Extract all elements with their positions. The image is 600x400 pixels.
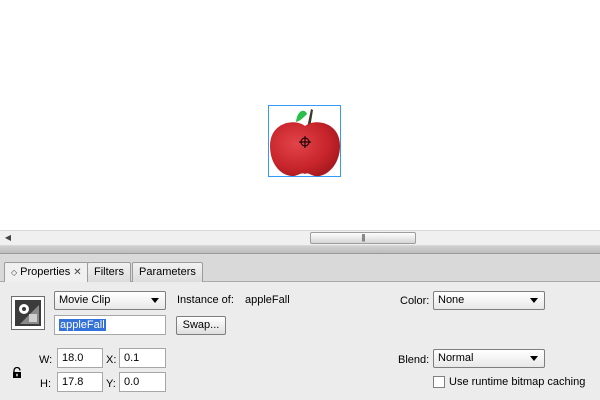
apple-body-shape <box>270 122 340 177</box>
dropdown-arrow-icon <box>530 298 538 303</box>
stage-canvas[interactable] <box>0 0 600 230</box>
scroll-thumb[interactable]: ||| <box>310 232 416 244</box>
tab-properties[interactable]: ◇ Properties ✕ <box>4 262 89 283</box>
x-input[interactable]: 0.1 <box>119 348 166 368</box>
instance-name-value: appleFall <box>59 319 106 331</box>
leaf-shape <box>296 110 307 122</box>
panel-divider[interactable] <box>0 246 600 254</box>
apple-graphic <box>270 109 340 177</box>
y-input[interactable]: 0.0 <box>119 372 166 392</box>
movie-clip-symbol-icon <box>11 296 45 330</box>
symbol-type-value: Movie Clip <box>59 294 111 306</box>
tab-properties-label: Properties <box>20 266 71 278</box>
tab-parameters[interactable]: Parameters <box>132 262 203 282</box>
tab-filters-label: Filters <box>94 266 124 278</box>
horizontal-scrollbar[interactable]: ◀ ||| <box>0 230 600 246</box>
collapse-diamond-icon: ◇ <box>11 268 18 277</box>
color-value: None <box>438 294 465 306</box>
height-input[interactable]: 17.8 <box>57 372 103 392</box>
dropdown-arrow-icon <box>530 356 538 361</box>
blend-label: Blend: <box>398 354 430 366</box>
instance-name-input[interactable]: appleFall <box>54 315 166 335</box>
height-label: H: <box>40 378 51 390</box>
swap-button[interactable]: Swap... <box>176 316 226 335</box>
scroll-left-arrow-icon[interactable]: ◀ <box>2 231 14 245</box>
x-label: X: <box>106 354 117 366</box>
tab-filters[interactable]: Filters <box>87 262 131 282</box>
width-input[interactable]: 18.0 <box>57 348 103 368</box>
close-icon[interactable]: ✕ <box>73 264 81 282</box>
blend-select[interactable]: Normal <box>433 349 545 368</box>
symbol-type-select[interactable]: Movie Clip <box>54 291 166 310</box>
color-label: Color: <box>400 295 430 307</box>
apple-movie-clip-instance[interactable] <box>268 105 341 177</box>
dropdown-arrow-icon <box>151 298 159 303</box>
runtime-bitmap-caching-label: Use runtime bitmap caching <box>449 376 586 388</box>
panel-tabbar: ◇ Properties ✕ Filters Parameters <box>0 254 600 283</box>
width-label: W: <box>39 354 53 366</box>
runtime-bitmap-caching-checkbox[interactable] <box>433 376 445 388</box>
instance-of-value: appleFall <box>245 294 290 306</box>
color-select[interactable]: None <box>433 291 545 310</box>
y-label: Y: <box>106 378 116 390</box>
tab-parameters-label: Parameters <box>139 266 196 278</box>
blend-value: Normal <box>438 352 474 364</box>
instance-of-label: Instance of: <box>177 294 234 306</box>
lock-icon[interactable] <box>12 367 22 379</box>
